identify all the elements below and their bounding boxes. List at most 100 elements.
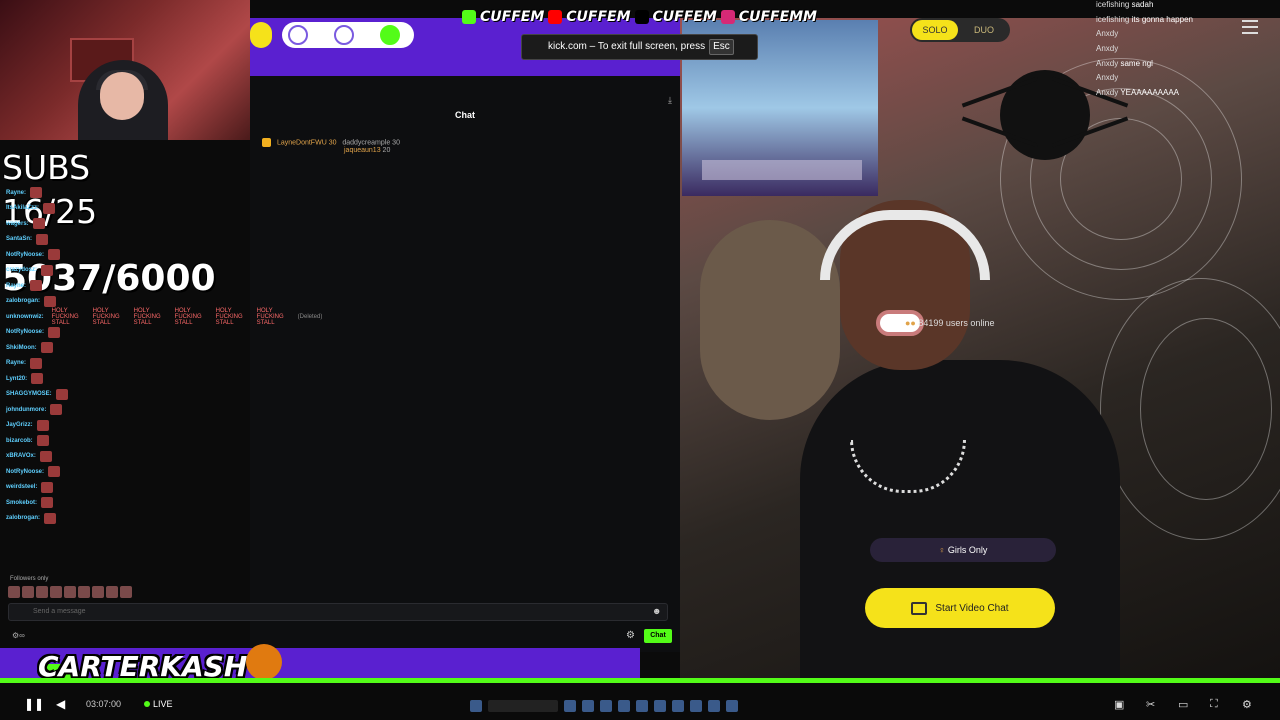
message-icon[interactable] <box>334 25 354 45</box>
clock-icon[interactable] <box>288 25 308 45</box>
taskbar-app-icon[interactable] <box>690 700 702 712</box>
emote-icon[interactable] <box>64 586 76 598</box>
emote-icon <box>30 187 43 199</box>
taskbar-app-icon[interactable] <box>582 700 594 712</box>
emote-icon[interactable] <box>22 586 34 598</box>
chat-username[interactable]: Rayne: <box>6 360 26 366</box>
overlay-chat-message: its gonna happen <box>1131 14 1193 24</box>
emote-icon <box>36 419 49 431</box>
pause-icon[interactable]: ❚❚ <box>24 697 44 711</box>
spam-message: HOLY FUCKING STALL <box>133 307 161 326</box>
chat-username[interactable]: Smokebot: <box>6 500 37 506</box>
download-icon[interactable]: ⤓ <box>668 95 672 106</box>
chat-username[interactable]: ItsAkilaZzz: <box>6 205 39 211</box>
taskbar-search[interactable] <box>488 700 558 712</box>
taskbar-app-icon[interactable] <box>618 700 630 712</box>
chat-username[interactable]: SantaSn: <box>6 236 32 242</box>
emote-icon <box>30 357 43 369</box>
chat-row: unknownwiz: HOLY FUCKING STALL HOLY FUCKIN… <box>6 307 322 326</box>
chat-username[interactable]: crazydosz: <box>6 267 37 273</box>
chat-row: zalobrogan: <box>6 294 246 310</box>
fullscreen-notice: kick.com – To exit full screen, press Esc <box>521 34 758 60</box>
start-video-chat-button[interactable]: Start Video Chat <box>865 588 1055 628</box>
overlay-chat-user: Anxdy <box>1096 88 1119 98</box>
theater-icon[interactable]: ▭ <box>1178 698 1188 711</box>
emote-icon[interactable] <box>36 586 48 598</box>
chat-username[interactable]: SHAGGYMOSE: <box>6 391 52 397</box>
kick-circle-icon[interactable] <box>380 25 400 45</box>
emote-icon[interactable] <box>8 586 20 598</box>
spam-message: HOLY FUCKING STALL <box>174 307 202 326</box>
girls-only-filter[interactable]: ♀ Girls Only <box>870 538 1056 562</box>
chat-username[interactable]: NotRyNoose: <box>6 469 44 475</box>
chat-username[interactable]: xBRAVOx: <box>6 453 36 459</box>
emote-icon[interactable] <box>106 586 118 598</box>
taskbar-app-icon[interactable] <box>600 700 612 712</box>
chat-row: Lynt20: <box>6 371 246 387</box>
chat-username[interactable]: johndunmore: <box>6 407 46 413</box>
chat-row: crazydosz: <box>6 263 246 279</box>
social-handle: CUFFEM <box>566 9 631 25</box>
overlay-chat-message: same ngl <box>1120 58 1153 68</box>
chat-username[interactable]: weirdsteel: <box>6 484 37 490</box>
chat-username[interactable]: Rayne: <box>6 283 26 289</box>
x-icon <box>634 10 649 24</box>
chat-row: NotRyNoose: <box>6 464 246 480</box>
emote-icon[interactable] <box>120 586 132 598</box>
pinned-gifters: LayneDontFWU 30 daddycreample 30 jaqueau… <box>262 138 462 154</box>
emoji-icon[interactable]: ☻ <box>652 606 661 616</box>
chat-row: ItsAkilaZzz: <box>6 201 246 217</box>
miniplayer-icon[interactable]: ▣ <box>1114 698 1124 711</box>
spider-decoration <box>961 70 1129 160</box>
chat-row: Rayne: <box>6 278 246 294</box>
taskbar-app-icon[interactable] <box>708 700 720 712</box>
clip-icon[interactable]: ✂ <box>1146 698 1155 711</box>
emote-icon <box>55 388 68 400</box>
live-badge: LIVE <box>144 699 173 709</box>
taskbar-app-icon[interactable] <box>636 700 648 712</box>
emote-icon[interactable] <box>92 586 104 598</box>
emote-icon <box>50 404 63 416</box>
taskbar-app-icon[interactable] <box>564 700 576 712</box>
settings-icon[interactable]: ⚙ <box>1242 698 1252 711</box>
overlay-chat-message: YEAAAAAAAAA <box>1120 88 1180 98</box>
os-taskbar <box>470 699 810 713</box>
fullscreen-icon[interactable]: ⛶ <box>1210 698 1218 711</box>
chat-username[interactable]: ShkiMoon: <box>6 345 37 351</box>
emote-icon[interactable] <box>50 586 62 598</box>
chat-username[interactable]: bizarcob: <box>6 438 33 444</box>
chat-settings-icon[interactable]: ⚙ <box>626 630 635 641</box>
socials-banner: CUFFEM CUFFEM CUFFEM CUFFEMM <box>462 6 828 28</box>
chat-username[interactable]: JayGrizz: <box>6 422 33 428</box>
chat-username[interactable]: zalobrogan: <box>6 298 40 304</box>
chat-username[interactable]: NotRyNoose: <box>6 329 44 335</box>
pinned-amount: 20 <box>382 147 391 154</box>
emote-strip[interactable] <box>8 586 158 598</box>
emote-icon[interactable] <box>78 586 90 598</box>
chat-username[interactable]: zalobrogan: <box>6 515 40 521</box>
solo-option[interactable]: SOLO <box>912 20 958 40</box>
chat-row: zalobrogan: <box>6 511 246 527</box>
menu-icon[interactable] <box>1242 20 1258 34</box>
chat-username[interactable]: NotRyNoose: <box>6 252 44 258</box>
windows-icon[interactable] <box>470 700 482 712</box>
volume-icon[interactable]: ◀ <box>56 697 65 711</box>
chat-username[interactable]: Lynt20: <box>6 376 27 382</box>
message-input[interactable]: Send a message <box>8 603 668 621</box>
send-chat-button[interactable]: Chat <box>644 629 672 643</box>
duo-option[interactable]: DUO <box>964 20 1004 40</box>
taskbar-app-icon[interactable] <box>726 700 738 712</box>
chat-username[interactable]: wagers: <box>6 221 29 227</box>
deleted-label: (Deleted) <box>297 313 323 320</box>
online-count-text: 84199 users online <box>918 318 995 328</box>
pinned-amount: 30 <box>328 139 337 147</box>
taskbar-app-icon[interactable] <box>672 700 684 712</box>
taskbar-app-icon[interactable] <box>654 700 666 712</box>
emote-icon <box>48 326 61 338</box>
start-video-label: Start Video Chat <box>935 602 1009 614</box>
chat-row: xBRAVOx: <box>6 449 246 465</box>
chat-username[interactable]: unknownwiz: <box>6 314 44 320</box>
chat-username[interactable]: Rayne: <box>6 190 26 196</box>
settings-cog-icon[interactable]: ⚙∞ <box>12 631 25 640</box>
overlay-chat-user: Anxdy <box>1096 29 1119 39</box>
